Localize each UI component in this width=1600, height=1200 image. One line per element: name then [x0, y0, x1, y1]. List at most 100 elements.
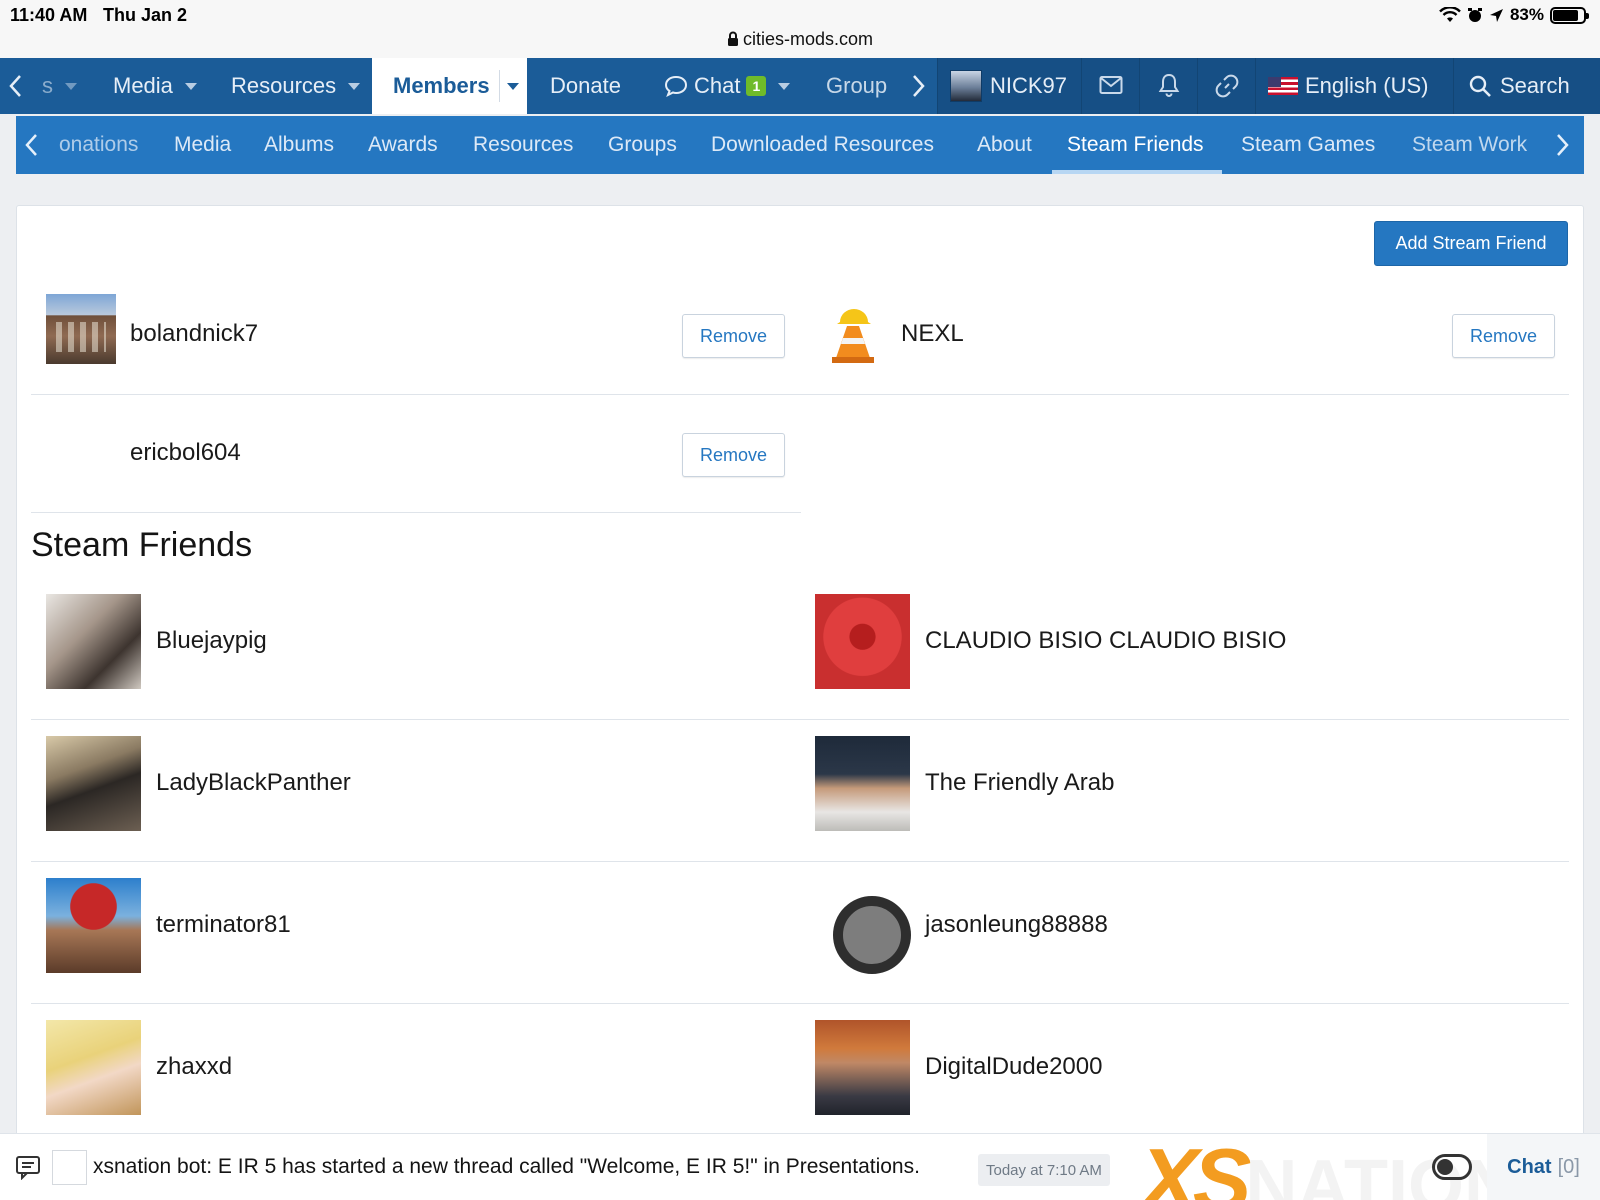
language-label: English (US) — [1305, 73, 1429, 98]
chat-button[interactable]: Chat [0] — [1487, 1134, 1600, 1200]
friend-name[interactable]: jasonleung88888 — [925, 911, 1108, 939]
avatar[interactable] — [46, 594, 141, 689]
divider — [31, 512, 801, 513]
add-stream-friend-button[interactable]: Add Stream Friend — [1374, 221, 1568, 266]
alerts-button[interactable] — [1139, 58, 1197, 114]
tab-about[interactable]: About — [977, 116, 1032, 174]
stream-friend-name[interactable]: NEXL — [901, 320, 964, 348]
friend-name[interactable]: Bluejaypig — [156, 627, 267, 655]
chevron-down-icon[interactable] — [778, 82, 791, 90]
nav-item-partial[interactable]: s — [42, 58, 77, 114]
address-bar[interactable]: cities-mods.com — [0, 29, 1600, 50]
link-button[interactable] — [1197, 58, 1255, 114]
stream-friend-name[interactable]: bolandnick7 — [130, 320, 258, 348]
main-nav: s Media Resources Members Donate Chat 1 … — [0, 58, 1600, 114]
nav-item-label: Group — [826, 73, 888, 98]
chat-toggle-icon[interactable] — [1432, 1154, 1472, 1180]
account-inner: NICK97 — [950, 58, 1067, 114]
remove-button[interactable]: Remove — [682, 433, 785, 477]
tab-steam-workshop[interactable]: Steam Work — [1412, 116, 1527, 174]
tab-donations[interactable]: onations — [59, 116, 138, 174]
nav-item-label: Resources — [231, 73, 337, 98]
nav-item-media[interactable]: Media — [113, 58, 197, 114]
friend-item: LadyBlackPanther — [46, 736, 806, 878]
chevron-right-icon — [1557, 134, 1569, 156]
avatar[interactable] — [46, 736, 141, 831]
friend-name[interactable]: terminator81 — [156, 911, 291, 939]
account-menu[interactable]: NICK97 — [937, 58, 1081, 114]
avatar — [950, 70, 982, 102]
avatar[interactable] — [46, 294, 116, 364]
tab-groups[interactable]: Groups — [608, 116, 677, 174]
avatar[interactable] — [46, 1020, 141, 1115]
search-icon — [1469, 75, 1491, 97]
avatar[interactable] — [46, 878, 141, 973]
lock-icon — [727, 31, 738, 46]
chat-count: [0] — [1557, 1156, 1580, 1178]
friend-item: terminator81 — [46, 878, 806, 1020]
nav-item-label: Members — [393, 73, 490, 98]
tab-resources[interactable]: Resources — [473, 116, 573, 174]
avatar[interactable] — [815, 1020, 910, 1115]
chevron-down-icon[interactable] — [184, 82, 197, 90]
stream-friend-name[interactable]: ericbol604 — [130, 439, 241, 467]
friend-name[interactable]: LadyBlackPanther — [156, 769, 351, 797]
chat-count-badge: 1 — [746, 76, 767, 96]
nav-item-label: Donate — [550, 73, 621, 98]
friend-item: The Friendly Arab — [815, 736, 1575, 878]
tab-media[interactable]: Media — [174, 116, 231, 174]
tab-albums[interactable]: Albums — [264, 116, 334, 174]
nav-item-members[interactable]: Members — [372, 58, 527, 114]
avatar[interactable] — [815, 594, 910, 689]
chat-bar: xsnation bot: E IR 5 has started a new t… — [0, 1133, 1600, 1200]
nav-item-donate[interactable]: Donate — [550, 58, 621, 114]
traffic-cone-icon — [832, 309, 874, 363]
friend-name[interactable]: CLAUDIO BISIO CLAUDIO BISIO — [925, 627, 1286, 655]
friend-name[interactable]: DigitalDude2000 — [925, 1053, 1102, 1081]
tab-awards[interactable]: Awards — [368, 116, 438, 174]
nav-scroll-left[interactable] — [8, 58, 22, 114]
chevron-right-icon — [913, 75, 925, 97]
status-date: Thu Jan 2 — [103, 5, 188, 25]
tabs-scroll-left[interactable] — [24, 116, 38, 174]
nav-scroll-right[interactable] — [912, 58, 926, 114]
divider — [31, 394, 1569, 395]
nav-item-resources[interactable]: Resources — [231, 58, 361, 114]
stream-friend-item: ericbol604 Remove — [31, 413, 801, 531]
chat-message[interactable]: xsnation bot: E IR 5 has started a new t… — [93, 1155, 920, 1179]
status-time: 11:40 AM — [10, 5, 88, 25]
url-text: cities-mods.com — [742, 29, 874, 49]
nav-item-groups[interactable]: Group — [826, 58, 887, 114]
nav-item-label: Media — [113, 73, 173, 98]
friend-name[interactable]: zhaxxd — [156, 1053, 232, 1081]
tab-steam-friends[interactable]: Steam Friends — [1067, 116, 1204, 174]
avatar[interactable] — [815, 736, 910, 831]
chat-icon[interactable] — [15, 1154, 41, 1180]
divider — [31, 1003, 1569, 1004]
us-flag-icon — [1268, 77, 1298, 95]
location-arrow-icon — [1489, 8, 1503, 22]
nav-divider — [499, 70, 500, 102]
tab-downloaded-resources[interactable]: Downloaded Resources — [711, 116, 934, 174]
chevron-left-icon — [9, 75, 21, 97]
search-label: Search — [1500, 73, 1570, 98]
search-button[interactable]: Search — [1453, 58, 1600, 114]
language-selector[interactable]: English (US) — [1255, 58, 1453, 114]
speech-bubble-icon — [664, 75, 688, 97]
tab-steam-games[interactable]: Steam Games — [1241, 116, 1375, 174]
chevron-down-icon[interactable] — [348, 82, 361, 90]
tabs-scroll-right[interactable] — [1556, 116, 1570, 174]
remove-button[interactable]: Remove — [682, 314, 785, 358]
friend-name[interactable]: The Friendly Arab — [925, 769, 1114, 797]
avatar[interactable] — [824, 294, 894, 364]
link-icon — [1215, 74, 1239, 98]
chat-avatar-box — [52, 1150, 87, 1185]
chevron-down-icon[interactable] — [507, 83, 519, 90]
divider — [31, 719, 1569, 720]
remove-button[interactable]: Remove — [1452, 314, 1555, 358]
inbox-button[interactable] — [1081, 58, 1139, 114]
battery-percent: 83% — [1509, 5, 1544, 24]
nav-item-chat[interactable]: Chat 1 — [664, 58, 791, 114]
active-tab-indicator — [1052, 170, 1222, 174]
avatar[interactable] — [815, 878, 911, 974]
